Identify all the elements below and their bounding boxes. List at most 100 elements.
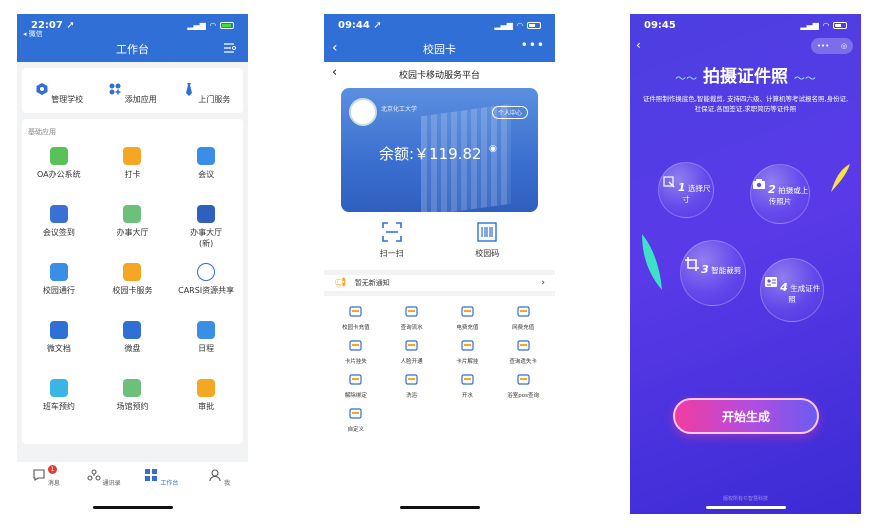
- step-generate[interactable]: 4 生成证件照: [760, 258, 824, 322]
- service-item[interactable]: 自定义: [328, 406, 384, 440]
- app-item[interactable]: 日程: [169, 315, 243, 373]
- service-item[interactable]: 浴室pos查询: [495, 372, 551, 406]
- app-item[interactable]: 微盘: [96, 315, 170, 373]
- battery-icon: [220, 21, 234, 29]
- service-item[interactable]: 开水: [440, 372, 496, 406]
- phone-id-photo: 09:45 ▂▄▆ ◠ ‹ ••• ◎ 〜〜 拍摄证件照 〜〜 证件照制作换底色,智…: [630, 14, 861, 514]
- campus-code-button[interactable]: 校园码: [457, 220, 517, 264]
- service-item[interactable]: 洗浴: [384, 372, 440, 406]
- campus-card[interactable]: 北京化工大学 个人中心 余额:￥119.82 ◉: [341, 88, 538, 212]
- building-icon: [123, 205, 142, 223]
- quick-manage-school[interactable]: 管理学校: [24, 82, 94, 105]
- app-item[interactable]: 会议签到: [22, 199, 96, 257]
- approval-stamp-icon: [197, 379, 216, 397]
- header: 22:07 ➚ ▂▄▆ ◠ ◂ 微信 工作台: [17, 14, 248, 62]
- wifi-icon: ◠: [516, 20, 523, 30]
- quick-door-service[interactable]: 上门服务: [171, 82, 241, 105]
- hexagon-icon: [36, 83, 48, 95]
- word-doc-icon: [49, 321, 68, 339]
- camera-icon: [752, 179, 765, 189]
- section-label: 基础应用: [28, 128, 56, 136]
- app-item[interactable]: 场馆预约: [96, 373, 170, 431]
- card-unlock-icon: [461, 340, 474, 351]
- scan-icon: [381, 222, 402, 242]
- chevron-right-icon: ›: [541, 278, 545, 288]
- service-item[interactable]: 网费充值: [495, 304, 551, 338]
- service-item[interactable]: 人脸开通: [384, 338, 440, 372]
- service-item[interactable]: 卡片解挂: [440, 338, 496, 372]
- app-item[interactable]: 办事大厅 (新): [169, 199, 243, 257]
- bus-icon: [49, 379, 68, 397]
- step-number: 1: [677, 181, 686, 194]
- service-label: 解除绑定: [344, 393, 367, 399]
- app-item[interactable]: 班车预约: [22, 373, 96, 431]
- app-item[interactable]: OA办公系统: [22, 141, 96, 199]
- select-size-icon: [662, 176, 675, 188]
- start-generate-button[interactable]: 开始生成: [673, 398, 819, 434]
- personal-center-button[interactable]: 个人中心: [491, 106, 528, 119]
- grid-custom-icon: [349, 408, 362, 419]
- more-menu-icon[interactable]: •••: [521, 38, 545, 52]
- school-name: 北京化工大学: [381, 106, 418, 113]
- app-label: 审批: [198, 402, 215, 411]
- bathtub-icon: [405, 374, 418, 385]
- tab-me[interactable]: 我: [194, 468, 244, 514]
- bulb-icon: [461, 306, 474, 317]
- service-label: 卡片解挂: [456, 359, 479, 365]
- eye-icon[interactable]: ◉: [489, 144, 497, 154]
- service-item[interactable]: 卡片挂失: [328, 338, 384, 372]
- notice-bar[interactable]: 📢︎ 暂无新通知 ›: [324, 270, 555, 296]
- card-icon: [123, 263, 142, 281]
- page-title: 校园卡: [423, 43, 456, 56]
- service-item[interactable]: 解除绑定: [328, 372, 384, 406]
- inner-back-button[interactable]: ‹: [332, 65, 337, 80]
- app-label: 校园通行: [42, 286, 75, 295]
- app-item[interactable]: 校园通行: [22, 257, 96, 315]
- app-label: 会议签到: [42, 228, 75, 237]
- app-label: CARSI资源共享: [178, 286, 235, 295]
- app-label: OA办公系统: [37, 170, 81, 179]
- wifi-icon: ◠: [822, 20, 829, 30]
- app-label: 班车预约: [42, 402, 75, 411]
- app-label: 办事大厅: [116, 228, 149, 237]
- service-item[interactable]: 查询流水: [384, 304, 440, 338]
- step-take-photo[interactable]: 2 拍摄或上 传照片: [750, 164, 810, 224]
- step-label: 生成证件照: [788, 284, 821, 304]
- search-card-icon: [517, 340, 530, 351]
- service-item[interactable]: 校园卡充值: [328, 304, 384, 338]
- step-number: 4: [780, 281, 788, 294]
- service-label: 开水: [461, 393, 473, 399]
- more-menu-icon[interactable]: •••: [817, 42, 829, 50]
- app-label: 日程: [198, 344, 215, 353]
- tab-messages[interactable]: 1 消息: [21, 465, 71, 514]
- app-item[interactable]: 审批: [169, 373, 243, 431]
- tie-icon: [185, 83, 192, 96]
- app-item[interactable]: 办事大厅: [96, 199, 170, 257]
- app-item[interactable]: 微文档: [22, 315, 96, 373]
- service-label: 浴室pos查询: [507, 393, 539, 399]
- app-item[interactable]: 打卡: [96, 141, 170, 199]
- notice-text: 暂无新通知: [354, 279, 390, 287]
- app-item[interactable]: 校园卡服务: [96, 257, 170, 315]
- scan-button[interactable]: 扫一扫: [362, 220, 422, 264]
- quick-add-app[interactable]: 添加应用: [97, 82, 167, 105]
- back-button[interactable]: ‹: [332, 40, 338, 56]
- settings-menu-icon[interactable]: [224, 43, 236, 53]
- service-label: 人脸开通: [400, 359, 423, 365]
- back-button[interactable]: ‹: [636, 38, 641, 52]
- service-item[interactable]: 电费充值: [440, 304, 496, 338]
- mini-program-capsule[interactable]: ••• ◎: [811, 38, 853, 54]
- tab-label: 工作台: [160, 480, 179, 487]
- app-item[interactable]: 会议: [169, 141, 243, 199]
- location-pin-icon: [123, 147, 142, 165]
- service-item[interactable]: 查询遗失卡: [495, 338, 551, 372]
- step-select-size[interactable]: 1 选择尺寸: [658, 162, 714, 218]
- crop-icon: [684, 257, 699, 271]
- step-smart-crop[interactable]: 3 智能裁剪: [680, 240, 746, 306]
- app-label: 会议: [198, 170, 215, 179]
- edit-icon: [49, 147, 68, 165]
- status-time: 09:44 ➚: [338, 19, 382, 31]
- app-item[interactable]: CARSI资源共享: [169, 257, 243, 315]
- chat-icon: [33, 469, 45, 482]
- close-target-icon[interactable]: ◎: [841, 42, 847, 50]
